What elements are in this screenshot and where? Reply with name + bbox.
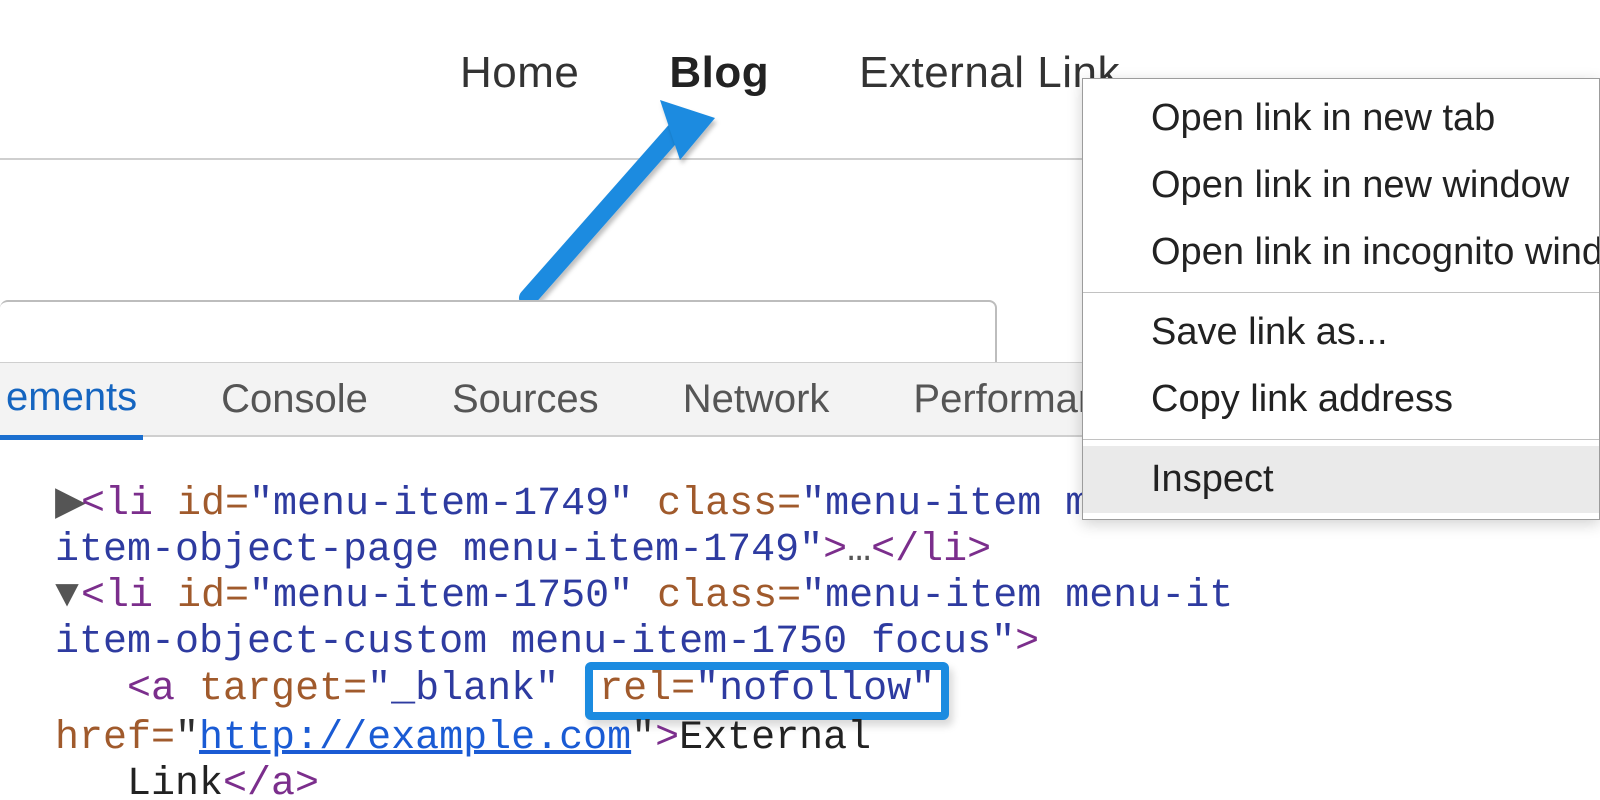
- attr-value: "nofollow": [695, 667, 935, 712]
- href-url[interactable]: http://example.com: [199, 716, 631, 761]
- menu-item-inspect[interactable]: Inspect: [1083, 446, 1599, 513]
- attr-value: "menu-item-1749": [249, 482, 633, 527]
- attr-name: target=: [199, 667, 367, 712]
- caret-right-icon[interactable]: ▶: [55, 482, 81, 528]
- nav-item-external[interactable]: External Link: [859, 48, 1120, 98]
- link-text: Link: [127, 762, 223, 800]
- menu-item-open-incognito[interactable]: Open link in incognito window: [1083, 219, 1599, 286]
- attr-value: "menu-item menu-it: [801, 574, 1233, 619]
- tab-console[interactable]: Console: [215, 377, 374, 422]
- tag-close-open: >: [1015, 620, 1039, 665]
- attr-value: item-object-custom menu-item-1750 focus": [55, 620, 1015, 665]
- attr-name: class=: [657, 574, 801, 619]
- attr-value: item-object-page menu-item-1749": [55, 528, 823, 573]
- attr-name: id=: [177, 574, 249, 619]
- tab-network[interactable]: Network: [677, 377, 836, 422]
- tag-open: <li: [81, 482, 153, 527]
- tag-close-open: >: [823, 528, 847, 573]
- annotation-arrow-icon: [510, 90, 730, 310]
- tag-open: <a: [127, 667, 175, 712]
- tag-close: </a>: [223, 762, 319, 800]
- tab-elements[interactable]: ements: [0, 375, 143, 440]
- menu-item-copy-link-address[interactable]: Copy link address: [1083, 366, 1599, 433]
- attr-name: rel=: [599, 667, 695, 712]
- menu-separator: [1083, 439, 1599, 440]
- context-menu: Open link in new tab Open link in new wi…: [1082, 78, 1600, 520]
- menu-separator: [1083, 292, 1599, 293]
- tag-close: </li>: [871, 528, 991, 573]
- tag-close-open: >: [655, 716, 679, 761]
- nav-item-home[interactable]: Home: [460, 48, 579, 98]
- attr-name: id=: [177, 482, 249, 527]
- ellipsis-icon[interactable]: …: [847, 528, 871, 573]
- attr-value: "menu-item-1750": [249, 574, 633, 619]
- rel-nofollow-highlight: rel="nofollow": [585, 662, 949, 720]
- caret-down-icon[interactable]: ▼: [55, 574, 81, 620]
- link-text: External: [679, 716, 871, 761]
- menu-item-save-link-as[interactable]: Save link as...: [1083, 299, 1599, 366]
- tab-sources[interactable]: Sources: [446, 377, 605, 422]
- nav-item-blog[interactable]: Blog: [669, 48, 769, 98]
- tag-open: <li: [81, 574, 153, 619]
- menu-item-open-new-tab[interactable]: Open link in new tab: [1083, 85, 1599, 152]
- attr-name: href=: [55, 716, 175, 761]
- dom-hover-tooltip: [0, 300, 997, 364]
- attr-value: "_blank": [367, 667, 559, 712]
- attr-name: class=: [657, 482, 801, 527]
- menu-item-open-new-window[interactable]: Open link in new window: [1083, 152, 1599, 219]
